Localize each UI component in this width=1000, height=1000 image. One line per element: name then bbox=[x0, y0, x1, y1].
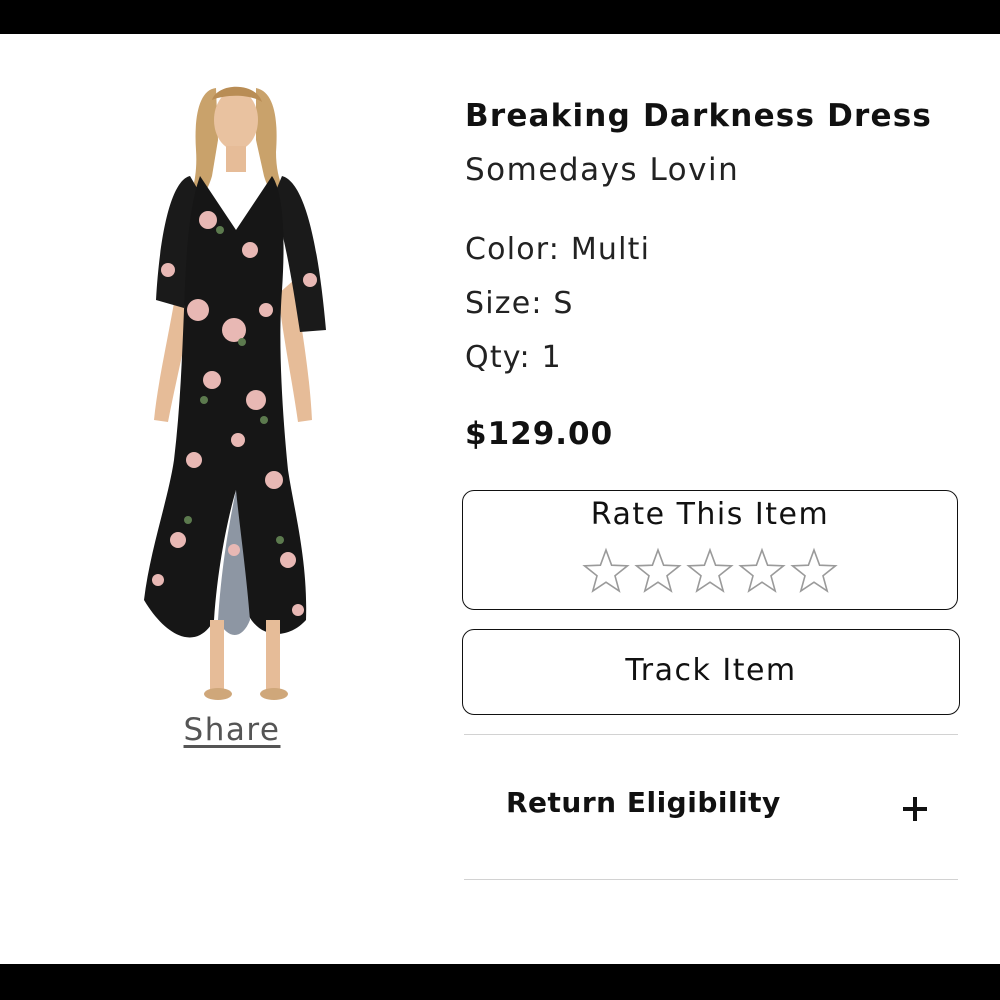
share-link[interactable]: Share bbox=[162, 712, 302, 748]
product-image[interactable] bbox=[138, 80, 334, 710]
product-quantity: Qty: 1 bbox=[465, 340, 562, 375]
track-item-button[interactable]: Track Item bbox=[462, 629, 960, 715]
star-icon[interactable] bbox=[634, 547, 682, 593]
divider bbox=[464, 734, 958, 735]
star-icon[interactable] bbox=[686, 547, 734, 593]
product-title: Breaking Darkness Dress bbox=[465, 98, 933, 134]
star-rating[interactable] bbox=[463, 547, 957, 593]
star-icon[interactable] bbox=[790, 547, 838, 593]
top-black-bar bbox=[0, 0, 1000, 34]
plus-icon[interactable] bbox=[902, 796, 928, 822]
divider bbox=[464, 879, 958, 880]
bottom-black-bar bbox=[0, 964, 1000, 1000]
product-size: Size: S bbox=[465, 286, 574, 321]
product-color: Color: Multi bbox=[465, 232, 651, 267]
order-item-detail-screen: Share Breaking Darkness Dress Somedays L… bbox=[0, 0, 1000, 1000]
star-icon[interactable] bbox=[582, 547, 630, 593]
return-eligibility-accordion[interactable]: Return Eligibility bbox=[464, 760, 958, 856]
product-brand[interactable]: Somedays Lovin bbox=[465, 152, 739, 188]
rate-item-panel: Rate This Item bbox=[462, 490, 958, 610]
product-price: $129.00 bbox=[465, 416, 614, 452]
star-icon[interactable] bbox=[738, 547, 786, 593]
return-eligibility-label: Return Eligibility bbox=[506, 786, 781, 819]
rate-item-title: Rate This Item bbox=[590, 497, 830, 532]
